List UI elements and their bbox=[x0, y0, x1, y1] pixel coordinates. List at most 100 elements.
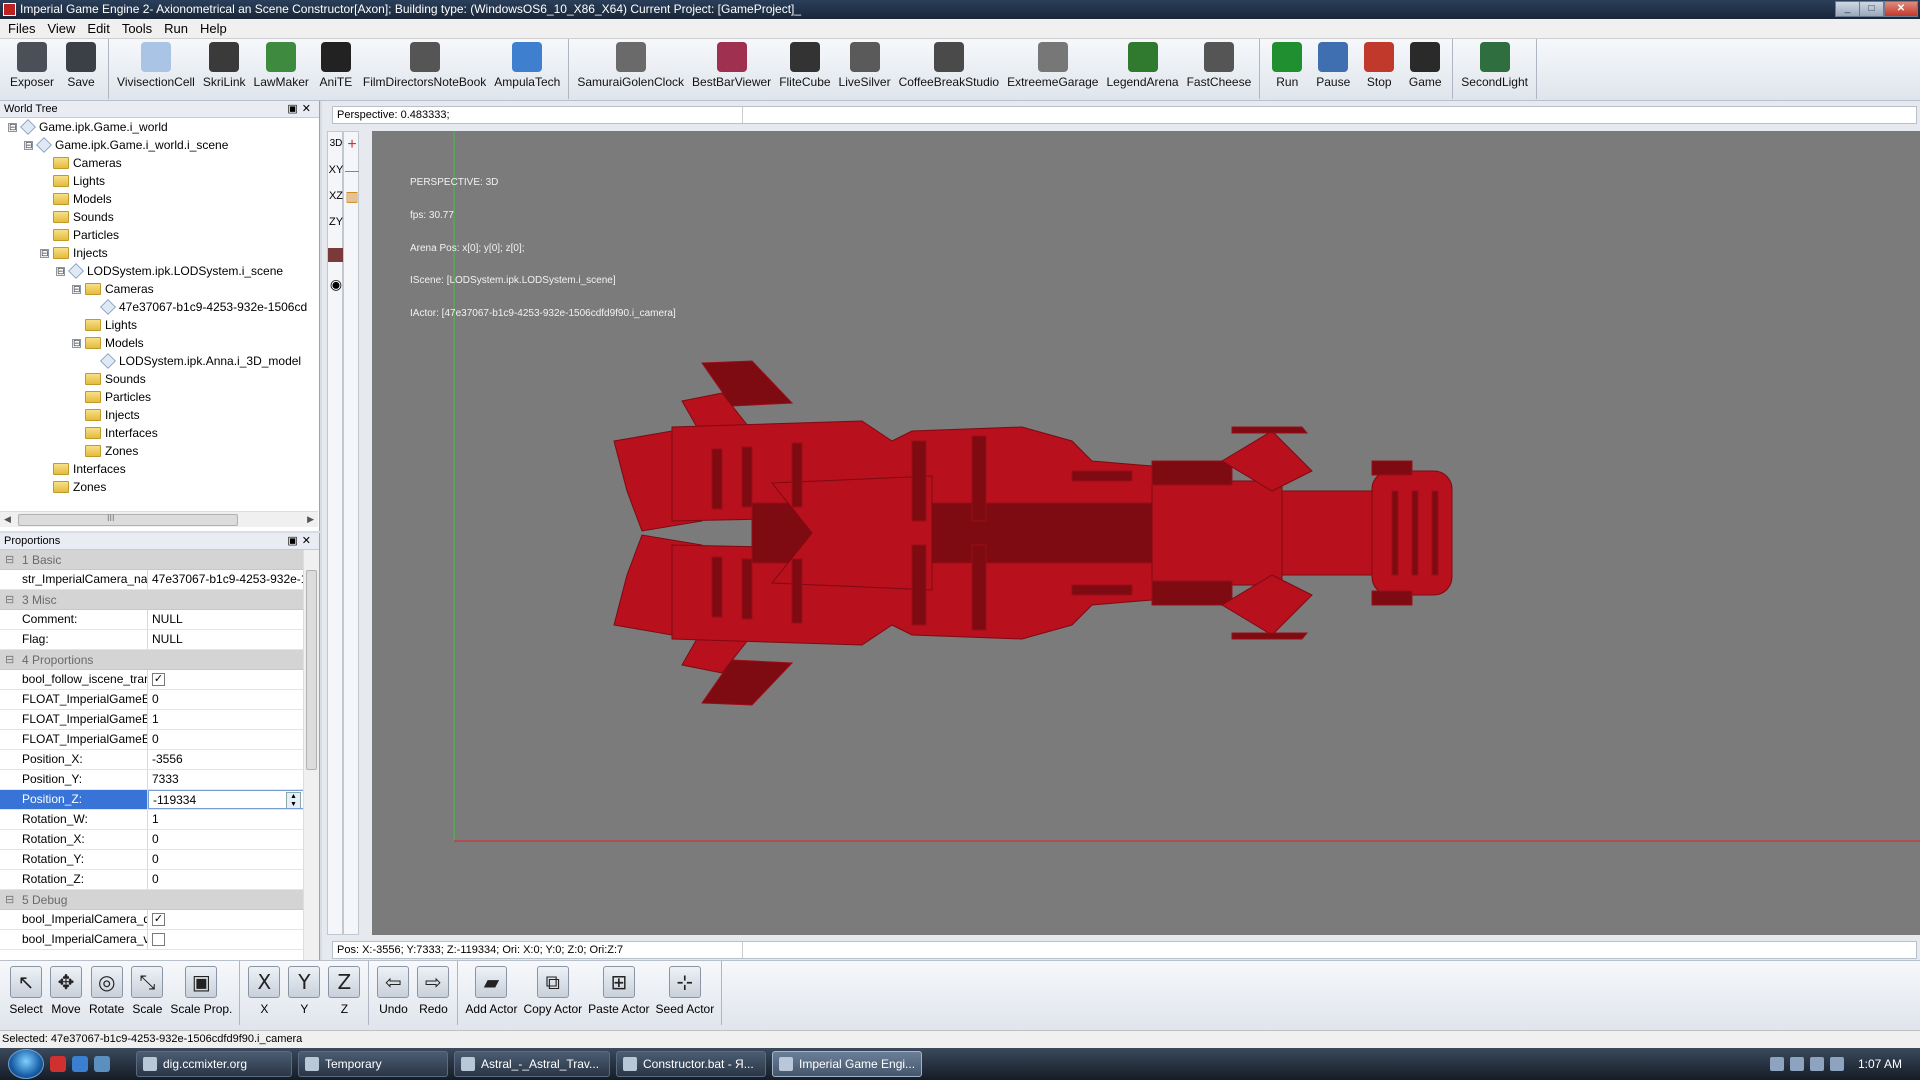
select-button[interactable]: ↖ Select bbox=[6, 961, 46, 1025]
property-row[interactable]: Rotation_Y: 0 bbox=[0, 850, 304, 870]
property-row[interactable]: Position_X: -3556 bbox=[0, 750, 304, 770]
maximize-button[interactable]: □ bbox=[1859, 1, 1884, 17]
scroll-right-icon[interactable]: ▶ bbox=[307, 514, 314, 525]
property-row[interactable]: bool_ImperialCamera_v bbox=[0, 930, 304, 950]
stop-button[interactable]: Stop bbox=[1356, 39, 1402, 99]
property-row[interactable]: Rotation_Z: 0 bbox=[0, 870, 304, 890]
quicklaunch-opera-icon[interactable] bbox=[50, 1056, 66, 1072]
legendarena-button[interactable]: LegendArena bbox=[1102, 39, 1182, 99]
tree-item[interactable]: Particles bbox=[40, 226, 119, 244]
scale-prop-button[interactable]: ▣ Scale Prop. bbox=[167, 961, 235, 1025]
menu-edit[interactable]: Edit bbox=[81, 21, 115, 36]
color-swatch-icon[interactable] bbox=[328, 248, 344, 262]
taskbar-task[interactable]: Constructor.bat - Я... bbox=[616, 1051, 766, 1077]
livesilver-button[interactable]: LiveSilver bbox=[835, 39, 895, 99]
tree-expand-icon[interactable]: ⊟ bbox=[40, 248, 49, 258]
tree-item[interactable]: LODSystem.ipk.Anna.i_3D_model bbox=[88, 352, 301, 370]
bestbarviewer-button[interactable]: BestBarViewer bbox=[688, 39, 775, 99]
property-value[interactable]: ✓ bbox=[148, 910, 304, 929]
samuraigolenclock-button[interactable]: SamuraiGolenClock bbox=[573, 39, 688, 99]
secondlight-button[interactable]: SecondLight bbox=[1457, 39, 1532, 99]
vivisectioncell-button[interactable]: VivisectionCell bbox=[113, 39, 199, 99]
property-row[interactable]: FLOAT_ImperialGameEr 0 bbox=[0, 690, 304, 710]
view-3d-button[interactable]: 3D bbox=[328, 138, 344, 149]
3d-viewport[interactable]: PERSPECTIVE: 3D fps: 30.77 Arena Pos: x[… bbox=[372, 131, 1920, 935]
scale-button[interactable]: ⤡ Scale bbox=[127, 961, 167, 1025]
tree-item[interactable]: Particles bbox=[72, 388, 151, 406]
skrilink-button[interactable]: SkriLink bbox=[199, 39, 250, 99]
taskbar-task[interactable]: Imperial Game Engi... bbox=[772, 1051, 922, 1077]
tree-item[interactable]: ⊟ Cameras bbox=[72, 280, 154, 298]
tree-item[interactable]: ⊟ Injects bbox=[40, 244, 108, 262]
taskbar-task[interactable]: Temporary bbox=[298, 1051, 448, 1077]
fastcheese-button[interactable]: FastCheese bbox=[1183, 39, 1256, 99]
property-value[interactable]: 0 bbox=[148, 730, 304, 749]
scroll-left-icon[interactable]: ◀ bbox=[4, 514, 11, 525]
panel-float-close-icons[interactable]: ▣✕ bbox=[287, 101, 315, 118]
properties-vscrollbar[interactable] bbox=[303, 550, 319, 960]
ampulatech-button[interactable]: AmpulaTech bbox=[490, 39, 564, 99]
rotate-button[interactable]: ◎ Rotate bbox=[86, 961, 127, 1025]
menu-run[interactable]: Run bbox=[158, 21, 194, 36]
menu-tools[interactable]: Tools bbox=[116, 21, 158, 36]
property-category[interactable]: 4 Proportions bbox=[0, 650, 304, 670]
tree-item[interactable]: Interfaces bbox=[72, 424, 158, 442]
tree-expand-icon[interactable]: ⊟ bbox=[24, 140, 33, 150]
column-icon[interactable]: ▥ bbox=[344, 188, 360, 205]
tree-item[interactable]: Models bbox=[40, 190, 112, 208]
property-checkbox[interactable]: ✓ bbox=[152, 913, 165, 927]
lawmaker-button[interactable]: LawMaker bbox=[250, 39, 313, 99]
game-button[interactable]: Game bbox=[1402, 39, 1448, 99]
minimize-button[interactable]: _ bbox=[1835, 1, 1860, 17]
property-category[interactable]: 3 Misc bbox=[0, 590, 304, 610]
run-button[interactable]: Run bbox=[1264, 39, 1310, 99]
exposer-button[interactable]: Exposer bbox=[6, 39, 58, 99]
taskbar-task[interactable]: dig.ccmixter.org bbox=[136, 1051, 292, 1077]
panel-float-close-icons[interactable]: ▣✕ bbox=[287, 533, 315, 550]
property-category[interactable]: 5 Debug bbox=[0, 890, 304, 910]
quicklaunch-desktop-icon[interactable] bbox=[94, 1056, 110, 1072]
property-value[interactable]: NULL bbox=[148, 610, 304, 629]
property-row[interactable]: Flag: NULL bbox=[0, 630, 304, 650]
tree-item[interactable]: Sounds bbox=[72, 370, 146, 388]
tree-expand-icon[interactable]: ⊟ bbox=[56, 266, 65, 276]
undo-button[interactable]: ⇦ Undo bbox=[373, 961, 413, 1025]
tree-item[interactable]: Sounds bbox=[40, 208, 114, 226]
redo-button[interactable]: ⇨ Redo bbox=[413, 961, 453, 1025]
property-row[interactable]: Rotation_W: 1 bbox=[0, 810, 304, 830]
y-button[interactable]: YY bbox=[284, 961, 324, 1025]
tree-item[interactable]: Zones bbox=[72, 442, 138, 460]
view-xy-button[interactable]: XY bbox=[328, 164, 344, 176]
tree-item[interactable]: Interfaces bbox=[40, 460, 126, 478]
crosshair-icon[interactable]: + bbox=[344, 136, 360, 154]
seed-actor-button[interactable]: ⊹ Seed Actor bbox=[653, 961, 718, 1025]
property-checkbox[interactable] bbox=[152, 933, 165, 947]
x-button[interactable]: XX bbox=[244, 961, 284, 1025]
start-button[interactable] bbox=[8, 1049, 44, 1079]
property-value[interactable]: 0 bbox=[148, 870, 304, 889]
tree-item[interactable]: ⊟ Game.ipk.Game.i_world.i_scene bbox=[24, 136, 228, 154]
property-row[interactable]: FLOAT_ImperialGameEr 0 bbox=[0, 730, 304, 750]
tree-item[interactable]: Lights bbox=[40, 172, 105, 190]
tree-item[interactable]: ⊟ Game.ipk.Game.i_world bbox=[8, 118, 168, 136]
tree-item[interactable]: ⊟ LODSystem.ipk.LODSystem.i_scene bbox=[56, 262, 283, 280]
flitecube-button[interactable]: FliteCube bbox=[775, 39, 834, 99]
property-value[interactable]: 1 bbox=[148, 810, 304, 829]
scroll-thumb[interactable] bbox=[306, 570, 317, 770]
property-row[interactable]: bool_follow_iscene_tran ✓ bbox=[0, 670, 304, 690]
paste-actor-button[interactable]: ⊞ Paste Actor bbox=[585, 961, 652, 1025]
property-value[interactable]: NULL bbox=[148, 630, 304, 649]
property-row[interactable]: Position_Y: 7333 bbox=[0, 770, 304, 790]
property-checkbox[interactable]: ✓ bbox=[152, 673, 165, 687]
scroll-thumb[interactable]: III bbox=[18, 513, 238, 526]
menu-help[interactable]: Help bbox=[194, 21, 233, 36]
tray-clock[interactable]: 1:07 AM bbox=[1858, 1057, 1902, 1071]
property-value[interactable]: 47e37067-b1c9-4253-932e-1! bbox=[148, 570, 304, 589]
property-value[interactable]: -3556 bbox=[148, 750, 304, 769]
eye-icon[interactable]: ◉ bbox=[328, 276, 344, 293]
perspective-field[interactable]: Perspective: 0.483333; bbox=[333, 107, 743, 123]
pause-button[interactable]: Pause bbox=[1310, 39, 1356, 99]
view-xz-button[interactable]: XZ bbox=[328, 190, 344, 202]
tree-expand-icon[interactable]: ⊟ bbox=[8, 122, 17, 132]
anite-button[interactable]: AniTE bbox=[313, 39, 359, 99]
